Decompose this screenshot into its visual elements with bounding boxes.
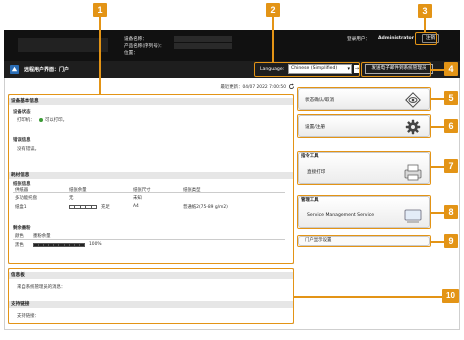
callout-5: 5 [444, 91, 458, 105]
callout-line-10 [294, 296, 444, 298]
callout-highlight-4 [361, 62, 431, 77]
callout-highlight-5 [297, 87, 431, 111]
portal-logo-icon [10, 65, 19, 74]
top-header: 设备名称： 产品名称(序列号)： 位置： 登录用户： Administrator… [4, 30, 460, 61]
callout-highlight-10 [8, 268, 294, 324]
callout-10: 10 [442, 289, 459, 303]
callout-line-2 [272, 16, 274, 62]
callout-4: 4 [444, 62, 458, 76]
product-name-label: 产品名称(序列号)： [124, 44, 165, 49]
last-updated-text: 最近更新：04/07 2022 7:00:50 [220, 85, 287, 90]
callout-highlight-1 [8, 94, 294, 264]
callout-line-1 [99, 16, 101, 94]
refresh-icon[interactable] [288, 83, 295, 90]
location-label: 位置： [124, 51, 138, 56]
callout-line-3 [424, 18, 426, 32]
product-name-value [174, 43, 232, 49]
page-title: 远程用户界面：门户 [24, 67, 70, 73]
callout-highlight-6 [297, 114, 431, 138]
callout-highlight-8 [297, 195, 431, 229]
device-name-value [174, 36, 232, 42]
callout-line-9 [431, 241, 445, 243]
callout-highlight-9 [297, 235, 431, 247]
callout-line-4 [431, 69, 445, 71]
callout-3: 3 [418, 4, 432, 18]
login-user-name: Administrator [378, 36, 414, 41]
callout-line-5 [431, 98, 445, 100]
callout-6: 6 [444, 119, 458, 133]
device-logo-area [18, 38, 108, 52]
callout-7: 7 [444, 159, 458, 173]
callout-highlight-2 [254, 62, 360, 77]
login-user-label: 登录用户： [347, 37, 370, 42]
callout-2: 2 [266, 3, 280, 17]
callout-highlight-7 [297, 151, 431, 185]
callout-highlight-3 [415, 32, 437, 45]
callout-line-7 [431, 166, 445, 168]
callout-1: 1 [93, 3, 107, 17]
callout-line-6 [431, 126, 445, 128]
callout-line-8 [431, 212, 445, 214]
device-name-label: 设备名称： [124, 37, 147, 42]
callout-9: 9 [444, 234, 458, 248]
callout-8: 8 [444, 205, 458, 219]
